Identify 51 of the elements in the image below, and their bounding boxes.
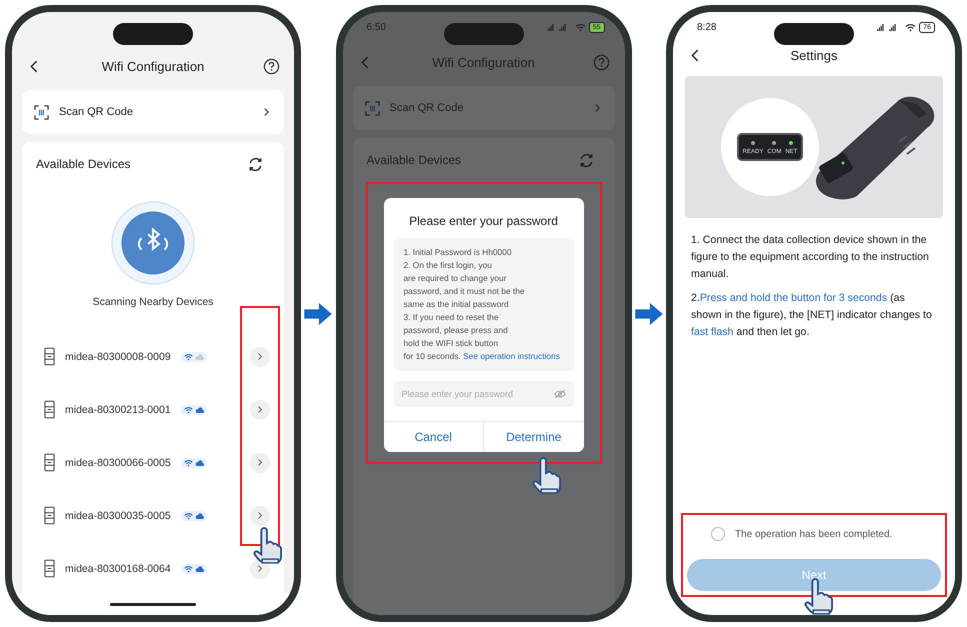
- bluetooth-scan-icon: [110, 200, 196, 286]
- scan-qr-row[interactable]: Scan QR Code: [22, 90, 284, 134]
- device-name[interactable]: midea-80300008-0009: [65, 350, 171, 362]
- device-name[interactable]: midea-80300213-0001: [65, 404, 171, 416]
- radio-button[interactable]: [711, 527, 725, 541]
- scanning-status: Scanning Nearby Devices: [92, 296, 214, 308]
- status-time: 6:50: [366, 22, 386, 32]
- device-icon: [44, 400, 55, 419]
- screen-title: Wifi Configuration: [102, 58, 204, 74]
- device-icon: [44, 559, 55, 578]
- device-icon: [44, 506, 55, 525]
- right-arrow-icon: [304, 302, 332, 324]
- chevron-icon: [257, 511, 263, 520]
- hidden-eye-icon[interactable]: [554, 389, 566, 399]
- chevron-icon: [257, 564, 263, 573]
- confirm-label: The operation has been completed.: [735, 528, 892, 540]
- dialog-title: Please enter your password: [408, 214, 559, 228]
- wifi-icon: [574, 22, 586, 32]
- open-device-button[interactable]: [250, 346, 270, 366]
- device-name[interactable]: midea-80300066-0005: [65, 456, 171, 468]
- chevron-icon: [257, 405, 263, 414]
- scan-qr-label: Scan QR Code: [59, 106, 134, 118]
- instructions-text: 1. Initial Password is Hh0000 2. On the first login, you are required to change your password, and it must not be the same as the initial password 3. If you need to reset the password, please press and hold the WIFI stick button for 10 seconds. See operation instructions: [404, 246, 561, 363]
- dialog-button[interactable]: Determine: [483, 422, 584, 452]
- device-icon: [44, 453, 55, 472]
- refresh-icon[interactable]: [247, 156, 264, 172]
- section-title: Available Devices: [366, 153, 461, 167]
- open-device-button[interactable]: [250, 506, 270, 526]
- chevron-icon: [257, 352, 263, 361]
- screen-title: Settings: [790, 48, 838, 62]
- open-device-button[interactable]: [250, 400, 270, 420]
- qr-scan-icon: [34, 104, 49, 120]
- device-icon: [44, 347, 55, 366]
- screen-title: Wifi Configuration: [432, 54, 535, 70]
- password-field[interactable]: Please enter your password: [394, 381, 574, 407]
- right-arrow-icon: [634, 302, 663, 324]
- instruction-step: 2.Press and hold the button for 3 seconds (as shown in the figure), the [NET] indicator changes to fast flash and then let go.: [691, 290, 937, 341]
- chevron-icon: [263, 107, 270, 117]
- status-time: 8:28: [697, 22, 716, 32]
- device-name[interactable]: midea-80300168-0064: [65, 562, 171, 574]
- instruction-step: 1. Connect the data collection device shown in the figure to the equipment according to the instruction manual.: [691, 232, 937, 283]
- wifi-icon: [905, 22, 916, 32]
- operation-instructions-link[interactable]: See operation instructions: [463, 351, 560, 361]
- section-title: Available Devices: [36, 157, 130, 171]
- chevron-icon: [594, 103, 600, 113]
- chevron-icon: [257, 458, 263, 467]
- open-device-button[interactable]: [250, 452, 270, 472]
- qr-scan-icon: [364, 100, 380, 116]
- scan-qr-label: Scan QR Code: [390, 102, 464, 114]
- help-icon[interactable]: [262, 58, 280, 74]
- device-name[interactable]: midea-80300035-0005: [65, 510, 171, 522]
